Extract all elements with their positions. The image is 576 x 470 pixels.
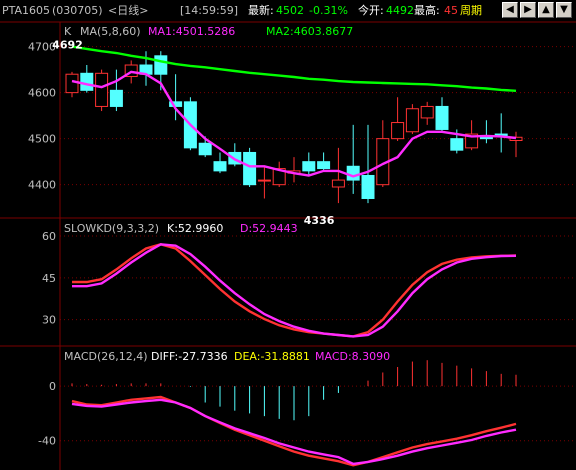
slowkd-panel: 60 45 30 (42, 230, 576, 338)
kline-chart[interactable]: 470046004500440046924336 604530 0-40 K M… (0, 0, 576, 470)
candle-body (213, 161, 227, 172)
candle-body (361, 174, 375, 199)
k-value: K:52.9960 (167, 222, 223, 235)
ma2-line (71, 45, 517, 92)
d-value: D:52.9443 (240, 222, 298, 235)
kd-tick-label: 60 (42, 230, 56, 243)
candle-body (109, 89, 123, 107)
candle-body (243, 151, 257, 186)
diff-value: DIFF:-27.7336 (151, 350, 228, 363)
macd-panel: 0 -40 (38, 360, 576, 467)
candle-body (331, 179, 345, 188)
dea-value: DEA:-31.8881 (234, 350, 310, 363)
ma1-value: MA1:4501.5286 (148, 25, 235, 38)
price-tick-label: 4500 (28, 133, 56, 146)
ma2-value: MA2:4603.8677 (266, 25, 353, 38)
candle-body (80, 72, 94, 91)
candle-body (391, 122, 405, 140)
candle-body (420, 105, 434, 119)
price-annotation: 4692 (52, 38, 83, 51)
main-price-panel: 470046004500440046924336 (28, 38, 576, 227)
candle-body (317, 161, 331, 170)
ma-indicator-label: MA(5,8,60) (80, 25, 141, 38)
macd-value: MACD:8.3090 (315, 350, 390, 363)
candle-body (198, 142, 212, 156)
candle-body (257, 179, 271, 182)
price-annotation: 4336 (304, 214, 335, 227)
price-tick-label: 4600 (28, 87, 56, 100)
candle-body (435, 105, 449, 130)
kd-tick-label: 45 (42, 272, 56, 285)
kd-tick-label: 30 (42, 314, 56, 327)
candle-body (65, 73, 79, 94)
candle-body (450, 138, 464, 151)
candle-body (405, 108, 419, 133)
candle-body (346, 165, 360, 181)
macd-tick-label: 0 (49, 380, 56, 393)
kd-line-d (72, 243, 517, 338)
main-panel-title: K (64, 25, 72, 38)
slowkd-title: SLOWKD(9,3,3,2) (64, 222, 159, 235)
macd-tick-label: -40 (38, 435, 56, 448)
candle-body (95, 72, 109, 107)
macd-title: MACD(26,12,4) (64, 350, 148, 363)
price-tick-label: 4400 (28, 179, 56, 192)
candle-body (302, 161, 316, 172)
candle-body (154, 55, 168, 75)
